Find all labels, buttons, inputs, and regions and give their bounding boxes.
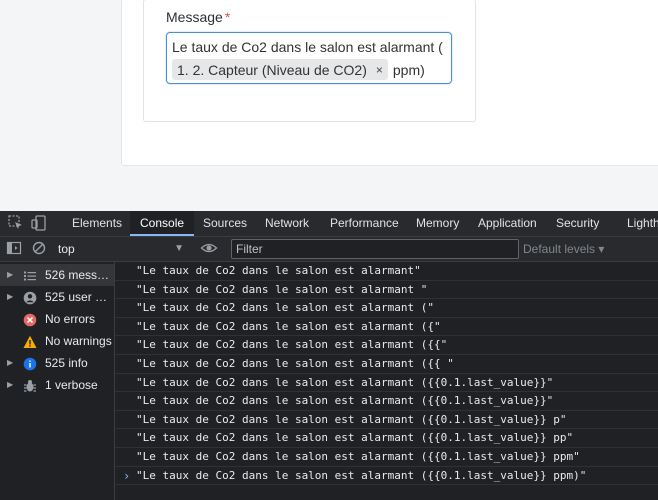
log-line: "Le taux de Co2 dans le salon est alarma…	[115, 374, 658, 393]
log-line: "Le taux de Co2 dans le salon est alarma…	[115, 299, 658, 318]
tab-lighthouse[interactable]: Lighthouse	[617, 211, 658, 236]
log-line: "Le taux de Co2 dans le salon est alarma…	[115, 411, 658, 430]
variable-token-label: 1. 2. Capteur (Niveau de CO2)	[177, 61, 367, 78]
sidebar-item-errors[interactable]: No errors	[0, 308, 114, 330]
console-toolbar: top ▼ Default levels ▾	[0, 237, 658, 262]
expand-arrow-icon: ▶	[7, 292, 14, 301]
inspect-element-icon[interactable]	[7, 214, 25, 232]
message-label-text: Message	[166, 9, 223, 25]
sidebar-item-messages[interactable]: ▶ 526 messa…	[0, 264, 114, 286]
token-remove-icon[interactable]: ×	[376, 63, 383, 77]
sidebar-item-warnings[interactable]: No warnings	[0, 330, 114, 352]
console-output: "Le taux de Co2 dans le salon est alarma…	[115, 262, 658, 500]
filter-input[interactable]	[231, 239, 519, 259]
sidebar-item-user-messages[interactable]: ▶ 525 user m…	[0, 286, 114, 308]
bug-icon	[23, 378, 37, 392]
tab-sources[interactable]: Sources	[193, 211, 257, 236]
info-icon	[23, 356, 37, 371]
tab-network[interactable]: Network	[255, 211, 319, 236]
expand-arrow-icon: ▶	[7, 380, 14, 389]
devtools-tabbar: Elements Console Sources Network Perform…	[0, 211, 658, 237]
devtools-panel: Elements Console Sources Network Perform…	[0, 211, 658, 500]
eye-icon[interactable]	[200, 240, 218, 258]
log-line: "Le taux de Co2 dans le salon est alarma…	[115, 281, 658, 300]
error-icon	[23, 312, 37, 327]
sidebar-toggle-icon[interactable]	[6, 240, 24, 258]
context-value: top	[58, 242, 75, 256]
user-icon	[23, 290, 37, 305]
variable-token[interactable]: 1. 2. Capteur (Niveau de CO2) ×	[172, 59, 388, 80]
context-select[interactable]: top ▼	[58, 239, 186, 259]
sidebar-item-info[interactable]: ▶ 525 info	[0, 352, 114, 374]
message-label: Message *	[166, 9, 230, 25]
log-line: "Le taux de Co2 dans le salon est alarma…	[115, 355, 658, 374]
console-sidebar: ▶ 526 messa… ▶ 525 user m… No errors No …	[0, 262, 115, 500]
sidebar-item-label: 525 info	[45, 356, 88, 370]
message-input[interactable]: Le taux de Co2 dans le salon est alarman…	[166, 32, 452, 84]
sidebar-item-label: 1 verbose	[45, 378, 98, 392]
warning-icon	[23, 334, 37, 348]
sidebar-item-label: No errors	[45, 312, 96, 326]
log-line: "Le taux de Co2 dans le salon est alarma…	[115, 467, 658, 486]
expand-arrow-icon: ▶	[7, 270, 14, 279]
log-line: "Le taux de Co2 dans le salon est alarma…	[115, 262, 658, 281]
log-line: "Le taux de Co2 dans le salon est alarma…	[115, 448, 658, 467]
sidebar-item-label: 525 user m…	[45, 290, 113, 304]
tab-performance[interactable]: Performance	[320, 211, 409, 236]
tab-application[interactable]: Application	[468, 211, 547, 236]
message-line-2: 1. 2. Capteur (Niveau de CO2) × ppm)	[172, 59, 425, 80]
tab-elements[interactable]: Elements	[62, 211, 132, 236]
sidebar-item-verbose[interactable]: ▶ 1 verbose	[0, 374, 114, 396]
clear-console-icon[interactable]	[31, 240, 49, 258]
log-levels-dropdown[interactable]: Default levels ▾	[523, 237, 604, 261]
log-line: "Le taux de Co2 dans le salon est alarma…	[115, 318, 658, 337]
log-line: "Le taux de Co2 dans le salon est alarma…	[115, 392, 658, 411]
chevron-down-icon: ▼	[174, 243, 184, 254]
message-text: Le taux de Co2 dans le salon est alarman…	[172, 39, 443, 55]
web-page: Message * Le taux de Co2 dans le salon es…	[0, 0, 658, 210]
sidebar-item-label: No warnings	[45, 334, 112, 348]
console-prompt[interactable]: ›	[123, 469, 130, 483]
tab-security[interactable]: Security	[546, 211, 609, 236]
log-line: "Le taux de Co2 dans le salon est alarma…	[115, 429, 658, 448]
list-icon	[23, 268, 37, 282]
sidebar-item-label: 526 messa…	[45, 268, 113, 282]
tab-console[interactable]: Console	[130, 211, 195, 236]
expand-arrow-icon: ▶	[7, 358, 14, 367]
required-mark: *	[224, 9, 231, 25]
tab-memory[interactable]: Memory	[406, 211, 469, 236]
message-suffix: ppm)	[392, 61, 425, 78]
log-line: "Le taux de Co2 dans le salon est alarma…	[115, 336, 658, 355]
device-toolbar-icon[interactable]	[30, 214, 48, 232]
